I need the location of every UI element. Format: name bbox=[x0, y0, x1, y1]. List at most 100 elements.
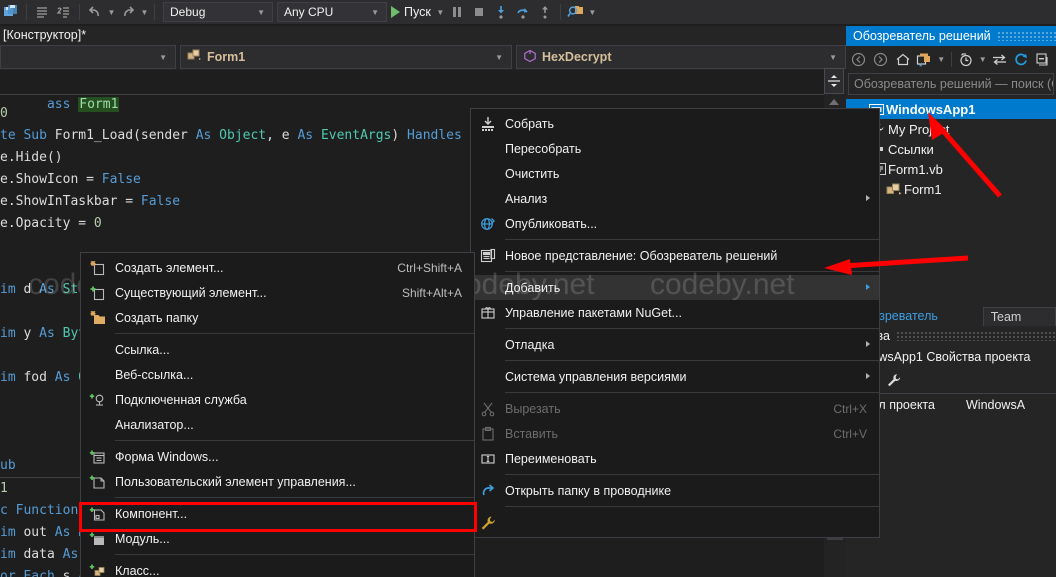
forward-icon[interactable] bbox=[870, 48, 891, 70]
menu-item-debug[interactable]: Отладка bbox=[471, 332, 879, 357]
panel-drag-grip[interactable] bbox=[895, 331, 1056, 341]
no-icon bbox=[471, 186, 505, 211]
menu-item-build[interactable]: Собрать bbox=[471, 111, 879, 136]
submenu-item-module[interactable]: Модуль... bbox=[81, 526, 474, 551]
find-icon[interactable] bbox=[565, 1, 587, 23]
toolbar-separator bbox=[950, 51, 952, 67]
submenu-item-shortcut: Ctrl+Shift+A bbox=[397, 260, 462, 275]
tree-node-label: Ссылки bbox=[888, 141, 934, 157]
existing-item-icon bbox=[81, 280, 115, 305]
form-icon bbox=[187, 49, 202, 65]
submenu-item-label: Форма Windows... bbox=[115, 449, 219, 464]
uncomment-icon[interactable] bbox=[53, 1, 75, 23]
navbar-member-combo[interactable]: Form1 ▼ bbox=[180, 45, 512, 69]
component-icon bbox=[81, 501, 115, 526]
rename-icon bbox=[471, 446, 505, 471]
solution-explorer-title-bar[interactable]: Обозреватель решений bbox=[846, 26, 1056, 46]
chevron-down-icon[interactable]: ▼ bbox=[977, 48, 988, 70]
submenu-item-windows-form[interactable]: Форма Windows... bbox=[81, 444, 474, 469]
editor-split-handle[interactable] bbox=[824, 68, 844, 94]
submenu-item-analyzer[interactable]: Анализатор... bbox=[81, 412, 474, 437]
configuration-value: Debug bbox=[170, 5, 206, 19]
scroll-up-arrow-icon[interactable] bbox=[826, 96, 842, 108]
navbar-type-combo[interactable]: ▼ bbox=[0, 45, 176, 69]
configuration-combo[interactable]: Debug ▼ bbox=[163, 2, 273, 22]
nuget-icon bbox=[471, 300, 505, 325]
step-into-icon[interactable] bbox=[490, 1, 512, 23]
open-folder-icon bbox=[471, 478, 505, 503]
menu-item-label: Собрать bbox=[505, 116, 555, 131]
properties-wrench-icon[interactable] bbox=[882, 370, 906, 392]
menu-item-new-solution-explorer-view[interactable]: Новое представление: Обозреватель решени… bbox=[471, 243, 879, 268]
submenu-item-connected-service[interactable]: Подключенная служба bbox=[81, 387, 474, 412]
start-debug-button[interactable]: Пуск bbox=[387, 1, 435, 23]
code-highlight-form1: Form1 bbox=[78, 97, 120, 112]
submenu-item-component[interactable]: Компонент... bbox=[81, 501, 474, 526]
submenu-item-reference[interactable]: Ссылка... bbox=[81, 337, 474, 362]
panel-drag-grip[interactable] bbox=[996, 31, 1056, 41]
add-submenu: Создать элемент... Ctrl+Shift+A Существу… bbox=[80, 252, 475, 577]
solution-explorer-title: Обозреватель решений bbox=[853, 29, 991, 43]
redo-dropdown-icon[interactable]: ▼ bbox=[139, 1, 150, 23]
pause-icon[interactable] bbox=[446, 1, 468, 23]
submenu-arrow-icon bbox=[866, 373, 870, 379]
tab-team-explorer[interactable]: Team Explo bbox=[982, 307, 1056, 343]
pending-changes-filter-icon[interactable] bbox=[955, 48, 976, 70]
navbar-project-value: HexDecrypt bbox=[542, 50, 612, 64]
menu-item-open-folder-in-explorer[interactable]: Открыть папку в проводнике bbox=[471, 478, 879, 503]
platform-combo[interactable]: Any CPU ▼ bbox=[277, 2, 387, 22]
submenu-item-new-folder[interactable]: Создать папку bbox=[81, 305, 474, 330]
run-label: Пуск bbox=[404, 5, 431, 19]
menu-item-shortcut: Ctrl+V bbox=[833, 426, 867, 441]
chevron-down-icon[interactable]: ▼ bbox=[252, 8, 270, 17]
menu-item-label: Вырезать bbox=[505, 401, 561, 416]
chevron-down-icon[interactable]: ▼ bbox=[489, 53, 509, 62]
menu-item-clean[interactable]: Очистить bbox=[471, 161, 879, 186]
menu-item-properties[interactable] bbox=[471, 510, 879, 535]
undo-dropdown-icon[interactable]: ▼ bbox=[106, 1, 117, 23]
collapse-all-icon[interactable] bbox=[1033, 48, 1054, 70]
start-dropdown-icon[interactable]: ▼ bbox=[435, 1, 446, 23]
chevron-down-icon[interactable]: ▼ bbox=[936, 48, 947, 70]
sync-with-active-doc-icon[interactable] bbox=[914, 48, 935, 70]
menu-item-rebuild[interactable]: Пересобрать bbox=[471, 136, 879, 161]
property-value[interactable]: WindowsA bbox=[966, 398, 1056, 412]
menu-item-source-control[interactable]: Система управления версиями bbox=[471, 364, 879, 389]
stop-icon[interactable] bbox=[468, 1, 490, 23]
back-icon[interactable] bbox=[848, 48, 869, 70]
solution-explorer-search-input[interactable]: Обозреватель решений — поиск (Ct bbox=[848, 73, 1054, 95]
step-out-icon[interactable] bbox=[534, 1, 556, 23]
chevron-down-icon[interactable]: ▼ bbox=[366, 8, 384, 17]
submenu-item-web-reference[interactable]: Веб-ссылка... bbox=[81, 362, 474, 387]
toolbar-overflow-icon[interactable]: ▼ bbox=[587, 1, 598, 23]
submenu-separator bbox=[115, 554, 474, 555]
undo-icon[interactable] bbox=[84, 1, 106, 23]
menu-item-manage-nuget-packages[interactable]: Управление пакетами NuGet... bbox=[471, 300, 879, 325]
menu-separator bbox=[505, 360, 879, 361]
new-view-icon bbox=[471, 243, 505, 268]
chevron-down-icon[interactable]: ▼ bbox=[823, 53, 843, 62]
menu-item-publish[interactable]: Опубликовать... bbox=[471, 211, 879, 236]
menu-item-add[interactable]: Добавить bbox=[471, 275, 879, 300]
menu-separator bbox=[505, 271, 879, 272]
submenu-item-class[interactable]: Класс... bbox=[81, 558, 474, 577]
step-over-icon[interactable] bbox=[512, 1, 534, 23]
switch-views-icon[interactable] bbox=[989, 48, 1010, 70]
submenu-item-user-control[interactable]: Пользовательский элемент управления... bbox=[81, 469, 474, 494]
chevron-down-icon[interactable]: ▼ bbox=[153, 53, 173, 62]
submenu-item-label: Создать элемент... bbox=[115, 260, 224, 275]
submenu-item-existing-item[interactable]: Существующий элемент... Shift+Alt+A bbox=[81, 280, 474, 305]
redo-icon[interactable] bbox=[117, 1, 139, 23]
comment-icon[interactable] bbox=[31, 1, 53, 23]
new-folder-icon bbox=[81, 305, 115, 330]
menu-item-rename[interactable]: Переименовать bbox=[471, 446, 879, 471]
save-all-icon[interactable] bbox=[0, 1, 22, 23]
search-placeholder: Обозреватель решений — поиск (Ct bbox=[854, 77, 1054, 91]
menu-item-analyze[interactable]: Анализ bbox=[471, 186, 879, 211]
menu-separator bbox=[505, 506, 879, 507]
submenu-item-new-item[interactable]: Создать элемент... Ctrl+Shift+A bbox=[81, 255, 474, 280]
home-icon[interactable] bbox=[892, 48, 913, 70]
menu-item-label: Опубликовать... bbox=[505, 216, 598, 231]
navbar-project-combo[interactable]: HexDecrypt ▼ bbox=[516, 45, 846, 69]
refresh-icon[interactable] bbox=[1011, 48, 1032, 70]
